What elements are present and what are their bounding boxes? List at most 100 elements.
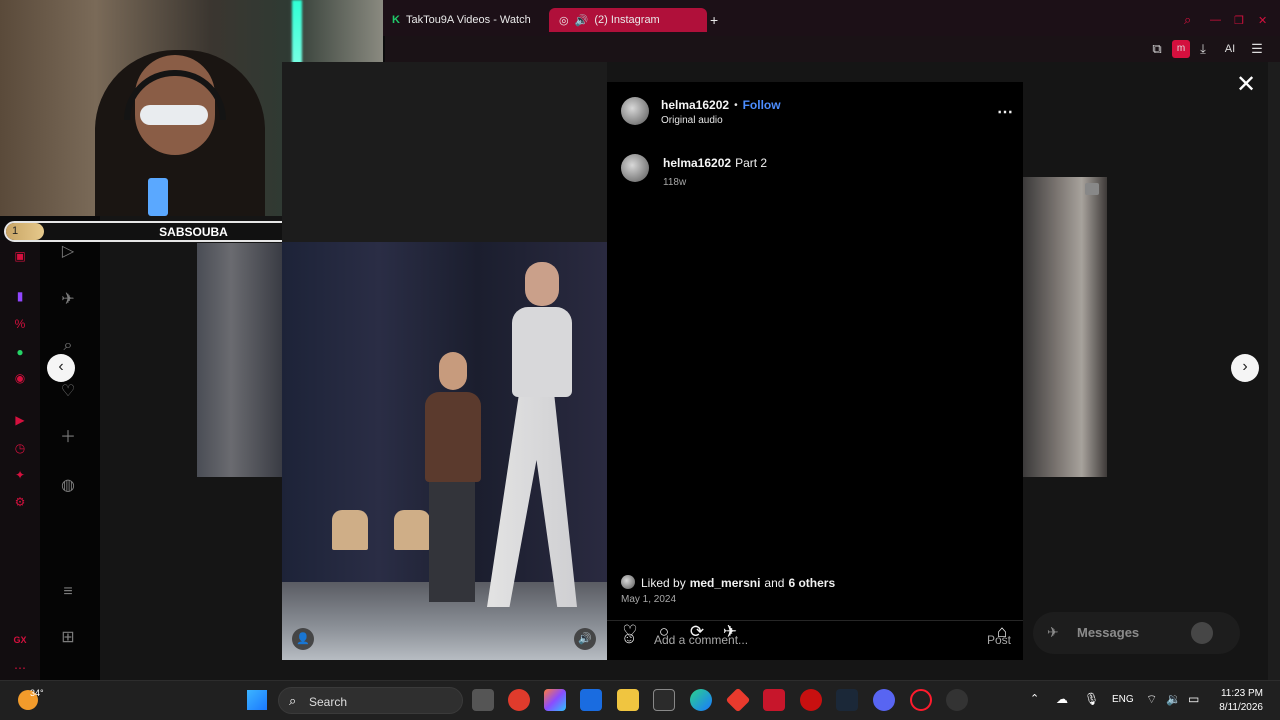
create-plus-icon[interactable]: ＋ (58, 428, 78, 448)
next-post-button[interactable]: › (1231, 354, 1259, 382)
previous-reel-preview (197, 243, 282, 477)
audio-label[interactable]: Original audio (661, 115, 723, 126)
caption-username[interactable]: helma16202 (663, 156, 731, 170)
notifications-heart-icon[interactable]: ♡ (58, 382, 78, 402)
battery-icon[interactable]: ▭ (1188, 692, 1199, 706)
chevron-up-icon[interactable]: ⌃ (1030, 692, 1039, 705)
caption-time: 118w (663, 177, 687, 188)
maximize-button[interactable]: ❐ (1234, 8, 1244, 32)
edge-icon[interactable] (690, 689, 712, 711)
chair (332, 510, 368, 550)
cloud-icon[interactable]: ☁ (1056, 692, 1068, 706)
also-from-meta-icon[interactable]: ⊞ (58, 628, 78, 648)
app-icon-3[interactable] (800, 689, 822, 711)
messenger-icon[interactable]: ▣ (10, 246, 30, 266)
copilot-icon[interactable] (544, 689, 566, 711)
close-icon[interactable]: ✕ (1234, 73, 1258, 97)
liked-by-prefix: Liked by (641, 576, 686, 590)
post-panel: helma16202 • Follow Original audio ⋯ hel… (607, 82, 1023, 660)
minimize-button[interactable]: — (1210, 8, 1221, 32)
close-window-button[interactable]: ✕ (1258, 8, 1267, 32)
post-comment-button[interactable]: Post (987, 633, 1011, 647)
search-tabs-icon[interactable]: ⌕ (1184, 8, 1191, 32)
more-dots-icon[interactable]: ⋯ (997, 102, 1013, 122)
download-icon[interactable]: ⤓ (1194, 40, 1212, 58)
page-scrollbar[interactable] (1268, 62, 1280, 680)
microphone-icon[interactable]: 🎙 (1084, 692, 1099, 706)
audio-toggle-icon[interactable]: 🔊 (574, 628, 596, 650)
liked-user[interactable]: med_mersni (690, 576, 761, 590)
search-icon: ⌕ (289, 693, 297, 708)
extensions-icon[interactable]: ⧉ (1148, 40, 1166, 58)
volume-icon[interactable]: 🔉 (1166, 692, 1181, 706)
reels-icon[interactable]: ▷ (58, 242, 78, 262)
tagged-user-icon[interactable]: 👤 (292, 628, 314, 650)
windows-start-icon[interactable] (247, 690, 267, 710)
tab-taktou9a[interactable]: K TakTou9A Videos - Watch (392, 8, 531, 32)
divider (607, 620, 1023, 621)
tab-instagram[interactable]: ◎ 🔊 (2) Instagram (549, 8, 707, 32)
message-avatar (1191, 622, 1213, 644)
next-reel-preview (1023, 177, 1107, 477)
messages-label: Messages (1077, 625, 1140, 640)
mcafee-icon[interactable] (763, 689, 785, 711)
menu-icon[interactable]: ☰ (1248, 40, 1266, 58)
author-avatar[interactable] (621, 97, 649, 125)
caption-text: Part 2 (735, 156, 768, 170)
speaker-icon: 🔊 (574, 14, 589, 27)
glasses (140, 105, 208, 125)
kick-icon: K (392, 14, 400, 26)
task-view-icon[interactable] (472, 689, 494, 711)
extensions-sidebar-icon[interactable]: ✦ (10, 465, 30, 485)
file-explorer-icon[interactable] (617, 689, 639, 711)
tab-label: TakTou9A Videos - Watch (405, 14, 531, 26)
search-placeholder: Search (309, 695, 348, 709)
m-extension-icon[interactable]: m (1172, 40, 1190, 58)
new-tab-button[interactable]: + (710, 8, 718, 32)
separator-dot: • (734, 99, 738, 111)
whatsapp-icon[interactable]: ● (10, 342, 30, 362)
reel-video[interactable]: 👤 🔊 (282, 62, 607, 660)
direct-icon[interactable]: ✈ (58, 290, 78, 310)
post-date: May 1, 2024 (621, 594, 677, 605)
opera-gx-icon[interactable] (910, 689, 932, 711)
messages-icon: ✈ (1047, 624, 1059, 640)
comment-input[interactable]: Add a comment... (654, 633, 748, 647)
history-icon[interactable]: ◷ (10, 438, 30, 458)
settings-icon[interactable]: ⚙ (10, 492, 30, 512)
discount-icon[interactable]: % (10, 314, 30, 334)
clock-date[interactable]: 8/11/2026 (1213, 702, 1263, 713)
phone (148, 178, 168, 216)
caption-avatar[interactable] (621, 154, 649, 182)
previous-post-button[interactable]: ‹ (47, 354, 75, 382)
twitch-icon[interactable]: ▮ (10, 286, 30, 306)
emoji-icon[interactable]: ☺ (621, 630, 637, 648)
author-username[interactable]: helma16202 (661, 98, 729, 112)
weather-temp: 34° (30, 688, 44, 698)
discord-icon[interactable] (873, 689, 895, 711)
wifi-icon[interactable]: ⌔ (1146, 692, 1157, 707)
more-menu-icon[interactable]: ≡ (58, 582, 78, 602)
steam-icon[interactable] (836, 689, 858, 711)
gx-icon[interactable]: GX (10, 630, 30, 650)
vk-icon[interactable]: ◉ (10, 368, 30, 388)
more-icon[interactable]: ⋯ (10, 658, 30, 678)
liked-others[interactable]: 6 others (788, 576, 835, 590)
search-icon[interactable]: ⌕ (58, 336, 78, 356)
language-indicator[interactable]: ENG (1112, 694, 1134, 705)
messages-pill[interactable]: ✈ Messages (1033, 612, 1240, 654)
reel-icon (1085, 183, 1099, 195)
store-icon[interactable] (653, 689, 675, 711)
app-icon-1[interactable] (508, 689, 530, 711)
outlook-icon[interactable] (580, 689, 602, 711)
instagram-icon: ◎ (559, 14, 569, 27)
ai-button[interactable]: AI (1216, 40, 1244, 58)
dancer-woman (477, 262, 587, 612)
tab-label: (2) Instagram (594, 14, 660, 26)
app-icon-4[interactable] (946, 689, 968, 711)
clock-time[interactable]: 11:23 PM (1213, 688, 1263, 699)
taskbar-search[interactable]: ⌕ Search (278, 687, 463, 714)
player-icon[interactable]: ▶ (10, 410, 30, 430)
profile-avatar-icon[interactable]: ◍ (58, 476, 78, 496)
follow-button[interactable]: Follow (743, 98, 781, 112)
